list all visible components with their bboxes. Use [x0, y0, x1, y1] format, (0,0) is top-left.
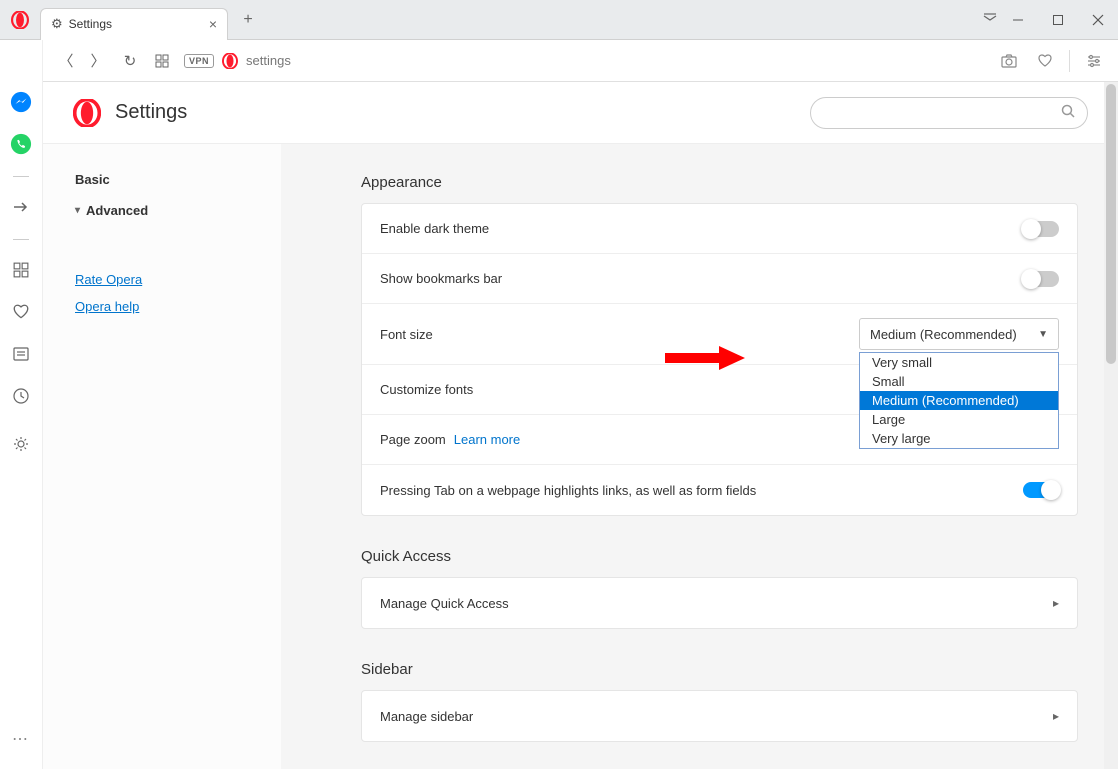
news-rail-icon[interactable]: [7, 340, 35, 368]
speed-dial-button[interactable]: [146, 45, 178, 77]
manage-sidebar-label: Manage sidebar: [380, 709, 473, 724]
page-zoom-label: Page zoom: [380, 432, 446, 447]
heart-icon[interactable]: [1031, 47, 1059, 75]
messenger-icon[interactable]: [7, 88, 35, 116]
section-sidebar-title: Sidebar: [361, 661, 1078, 678]
settings-header: Settings: [43, 82, 1118, 144]
browser-tab[interactable]: ⚙ Settings ×: [40, 8, 228, 40]
history-rail-icon[interactable]: [7, 382, 35, 410]
opera-icon: [222, 53, 238, 69]
toolbar: 〈 〉 ↻ VPN settings: [0, 40, 1118, 82]
my-flow-icon[interactable]: [7, 193, 35, 221]
search-icon: [1061, 104, 1075, 121]
rate-opera-link[interactable]: Rate Opera: [75, 266, 281, 293]
new-tab-button[interactable]: +: [234, 6, 262, 34]
search-box[interactable]: [810, 97, 1088, 129]
rail-divider: [13, 176, 29, 177]
close-window-button[interactable]: [1078, 0, 1118, 40]
row-tab-highlight: Pressing Tab on a webpage highlights lin…: [362, 465, 1077, 515]
reload-button[interactable]: ↻: [114, 45, 146, 77]
bookmarks-rail-icon[interactable]: [7, 298, 35, 326]
scrollbar[interactable]: [1104, 82, 1118, 769]
opera-logo-icon: [73, 99, 101, 127]
close-tab-button[interactable]: ×: [209, 16, 217, 32]
snapshot-icon[interactable]: [995, 47, 1023, 75]
speed-dial-rail-icon[interactable]: [7, 256, 35, 284]
minimize-button[interactable]: [998, 0, 1038, 40]
font-size-value: Medium (Recommended): [870, 327, 1017, 342]
maximize-button[interactable]: [1038, 0, 1078, 40]
dropdown-arrow-icon: ▼: [1038, 329, 1048, 340]
whatsapp-icon[interactable]: [7, 130, 35, 158]
chevron-down-icon: ▾: [75, 205, 80, 216]
manage-quick-access-label: Manage Quick Access: [380, 596, 509, 611]
customize-fonts-label: Customize fonts: [380, 382, 473, 397]
row-font-size: Font size Medium (Recommended) ▼ Very sm…: [362, 304, 1077, 365]
window-controls: [998, 0, 1118, 40]
opera-menu-button[interactable]: [0, 0, 40, 40]
easy-setup-icon[interactable]: [1080, 47, 1108, 75]
settings-rail-icon[interactable]: [7, 430, 35, 458]
bookmarks-bar-toggle[interactable]: [1023, 271, 1059, 287]
settings-body: Basic ▾Advanced Rate Opera Opera help Ap…: [43, 144, 1118, 769]
chevron-right-icon: ▸: [1053, 596, 1059, 610]
vpn-badge[interactable]: VPN: [184, 54, 214, 68]
font-size-menu: Very small Small Medium (Recommended) La…: [859, 352, 1059, 449]
font-size-option-very-small[interactable]: Very small: [860, 353, 1058, 372]
font-size-option-medium[interactable]: Medium (Recommended): [860, 391, 1058, 410]
tab-highlight-label: Pressing Tab on a webpage highlights lin…: [380, 483, 756, 498]
row-manage-quick-access[interactable]: Manage Quick Access ▸: [362, 578, 1077, 628]
chevron-right-icon: ▸: [1053, 709, 1059, 723]
gear-icon: ⚙: [51, 16, 63, 32]
section-quick-access-title: Quick Access: [361, 548, 1078, 565]
content-area: Settings Basic ▾Advanced Rate Opera Oper…: [43, 82, 1118, 769]
row-dark-theme: Enable dark theme: [362, 204, 1077, 254]
quick-access-card: Manage Quick Access ▸: [361, 577, 1078, 629]
forward-button[interactable]: 〉: [82, 45, 114, 77]
row-manage-sidebar[interactable]: Manage sidebar ▸: [362, 691, 1077, 741]
search-input[interactable]: [823, 105, 1061, 120]
font-size-option-small[interactable]: Small: [860, 372, 1058, 391]
sidebar-card: Manage sidebar ▸: [361, 690, 1078, 742]
titlebar: ⚙ Settings × +: [0, 0, 1118, 40]
more-rail-button[interactable]: ⋯: [0, 729, 42, 749]
page-title: Settings: [115, 101, 187, 124]
rail-divider: [13, 239, 29, 240]
dark-theme-label: Enable dark theme: [380, 221, 489, 236]
nav-advanced[interactable]: ▾Advanced: [75, 195, 281, 226]
settings-nav: Basic ▾Advanced Rate Opera Opera help: [43, 144, 281, 769]
tab-menu-icon[interactable]: [982, 0, 998, 40]
opera-help-link[interactable]: Opera help: [75, 293, 281, 320]
divider: [1069, 50, 1070, 72]
appearance-card: Enable dark theme Show bookmarks bar Fon…: [361, 203, 1078, 516]
settings-main: Appearance Enable dark theme Show bookma…: [281, 144, 1118, 769]
font-size-label: Font size: [380, 327, 433, 342]
row-bookmarks-bar: Show bookmarks bar: [362, 254, 1077, 304]
nav-basic[interactable]: Basic: [75, 164, 281, 195]
left-rail: ⋯: [0, 40, 43, 769]
font-size-option-very-large[interactable]: Very large: [860, 429, 1058, 448]
address-text[interactable]: settings: [246, 53, 291, 68]
bookmarks-bar-label: Show bookmarks bar: [380, 271, 502, 286]
learn-more-link[interactable]: Learn more: [454, 432, 520, 447]
font-size-option-large[interactable]: Large: [860, 410, 1058, 429]
font-size-dropdown[interactable]: Medium (Recommended) ▼ Very small Small …: [859, 318, 1059, 350]
tab-title: Settings: [69, 17, 112, 31]
dark-theme-toggle[interactable]: [1023, 221, 1059, 237]
scrollbar-thumb[interactable]: [1106, 84, 1116, 364]
back-button[interactable]: 〈: [50, 45, 82, 77]
tab-highlight-toggle[interactable]: [1023, 482, 1059, 498]
section-appearance-title: Appearance: [361, 174, 1078, 191]
